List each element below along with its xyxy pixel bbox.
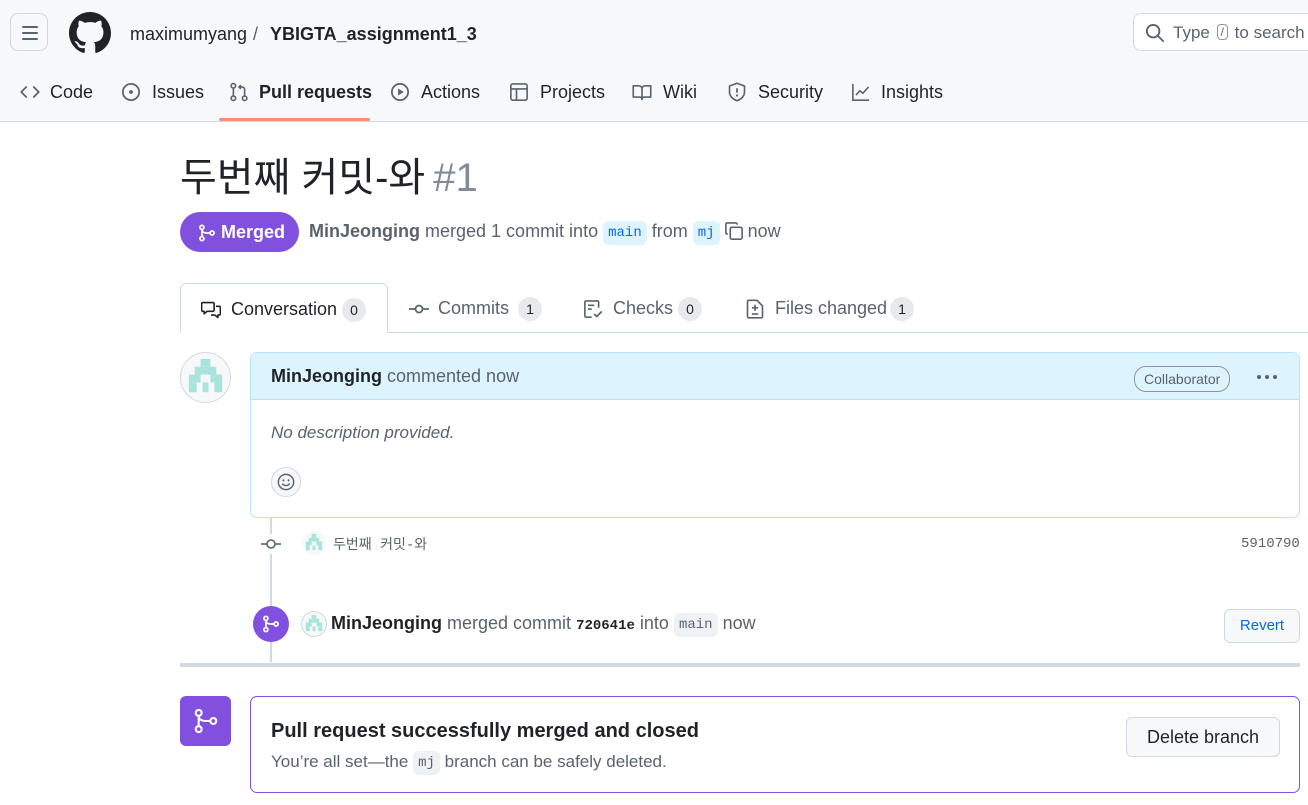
collaborator-badge: Collaborator xyxy=(1134,366,1231,392)
timeline-divider xyxy=(180,663,1300,667)
commit-author-avatar[interactable] xyxy=(302,531,326,555)
delete-branch-button[interactable]: Delete branch xyxy=(1126,717,1280,757)
merger-link[interactable]: MinJeonging xyxy=(331,613,442,633)
github-logo-icon[interactable] xyxy=(69,12,111,54)
page-title: 두번째 커밋-와 #1 xyxy=(180,156,478,200)
revert-button[interactable]: Revert xyxy=(1224,609,1300,643)
pr-number: #1 xyxy=(433,156,478,200)
checks-count: 0 xyxy=(678,297,702,321)
pr-tabs: Conversation 0 Commits 1 Checks 0 Files … xyxy=(180,283,1308,333)
breadcrumb-owner[interactable]: maximumyang xyxy=(130,22,247,46)
menu-button[interactable] xyxy=(10,13,48,51)
table-icon xyxy=(510,83,528,101)
diff-icon xyxy=(746,299,764,319)
copy-icon[interactable] xyxy=(724,221,744,241)
commit-message-link[interactable]: 두번째 커밋-와 xyxy=(333,534,427,554)
tab-checks[interactable]: Checks 0 xyxy=(583,283,707,332)
tab-commits[interactable]: Commits 1 xyxy=(409,283,544,332)
merge-status-title: Pull request successfully merged and clo… xyxy=(271,720,699,742)
add-reaction-button[interactable] xyxy=(271,467,301,497)
comment-author-link[interactable]: MinJeonging xyxy=(271,366,382,386)
comment-body: No description provided. xyxy=(271,423,455,442)
merge-event-text: MinJeonging merged commit 720641e into m… xyxy=(331,611,756,638)
kebab-menu-icon[interactable] xyxy=(1254,365,1280,389)
graph-icon xyxy=(852,83,870,101)
comment-discussion-icon xyxy=(201,301,221,319)
active-tab-indicator xyxy=(219,118,370,121)
merger-avatar[interactable] xyxy=(301,611,327,637)
conversation-count: 0 xyxy=(342,298,366,322)
merge-icon xyxy=(263,615,279,633)
merge-commit-sha[interactable]: 720641e xyxy=(576,618,635,634)
search-placeholder: Type / to search xyxy=(1173,23,1305,42)
merge-icon xyxy=(194,708,218,734)
merged-status-icon xyxy=(180,696,231,746)
tab-conversation[interactable]: Conversation 0 xyxy=(180,283,388,333)
status-badge: Merged xyxy=(180,212,299,252)
breadcrumb-separator: / xyxy=(253,24,259,44)
merge-target-branch[interactable]: main xyxy=(673,613,718,637)
merge-status-subtitle: You’re all set—the mj branch can be safe… xyxy=(271,751,667,775)
files-changed-count: 1 xyxy=(890,297,914,321)
commit-icon xyxy=(261,534,281,554)
search-input[interactable]: Type / to search xyxy=(1133,13,1308,51)
issue-icon xyxy=(122,83,140,101)
search-icon xyxy=(1145,23,1165,43)
play-icon xyxy=(391,83,409,101)
comment-header: MinJeonging commented now Collaborator xyxy=(251,353,1299,400)
commits-count: 1 xyxy=(518,297,542,321)
smiley-icon xyxy=(277,473,295,491)
book-icon xyxy=(632,84,652,101)
deletable-branch[interactable]: mj xyxy=(413,751,440,775)
tab-files-changed[interactable]: Files changed 1 xyxy=(745,283,915,332)
merge-icon xyxy=(199,224,215,242)
merge-event-icon xyxy=(253,606,289,642)
merge-status-box: Pull request successfully merged and clo… xyxy=(250,696,1300,793)
checklist-icon xyxy=(584,300,603,318)
comment-box: MinJeonging commented now Collaborator N… xyxy=(250,352,1300,518)
code-icon xyxy=(20,86,40,98)
base-branch[interactable]: main xyxy=(603,221,647,245)
breadcrumb-repo[interactable]: YBIGTA_assignment1_3 xyxy=(270,22,477,46)
app-header: maximumyang / YBIGTA_assignment1_3 Type … xyxy=(0,0,1308,122)
search-shortcut-key: / xyxy=(1216,24,1228,40)
shield-icon xyxy=(728,82,746,102)
commit-sha-link[interactable]: 5910790 xyxy=(1241,536,1300,552)
avatar[interactable] xyxy=(180,352,231,403)
pr-author-link[interactable]: MinJeonging xyxy=(309,221,420,241)
head-branch[interactable]: mj xyxy=(692,221,720,245)
pr-meta: MinJeonging merged 1 commit into main fr… xyxy=(309,219,781,245)
pull-request-icon xyxy=(230,82,248,102)
commit-icon xyxy=(409,304,429,314)
